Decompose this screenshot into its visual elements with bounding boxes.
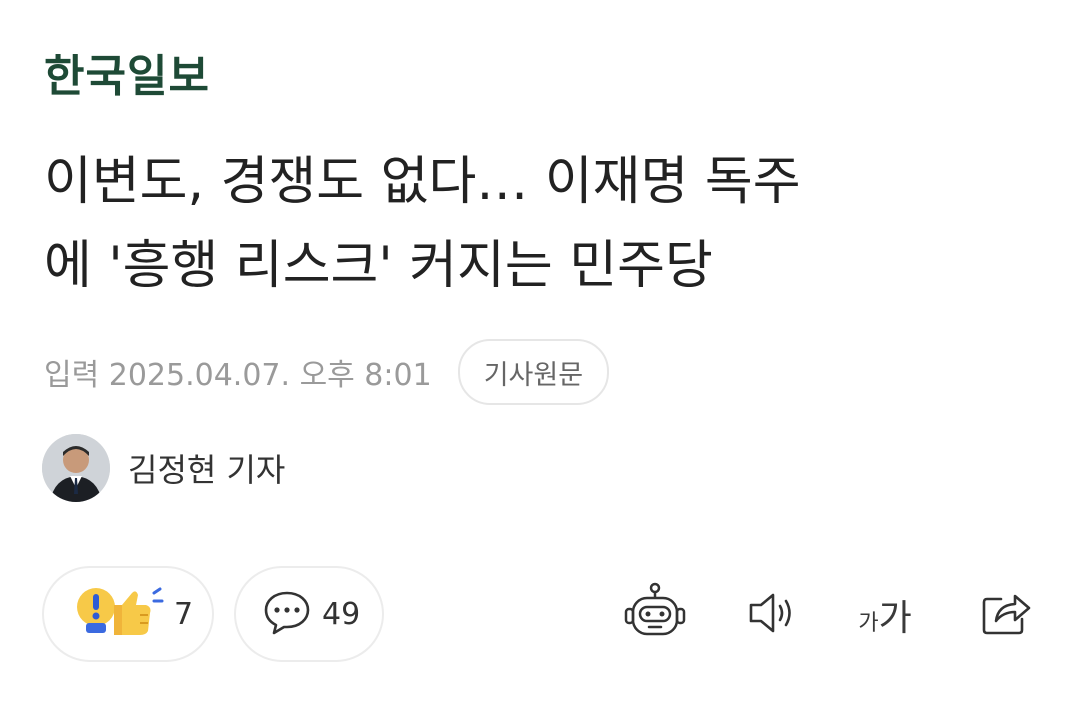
headline-line-2: 에 '흥행 리스크' 커지는 민주당	[44, 236, 713, 296]
original-article-label: 기사원문	[483, 359, 584, 391]
comment-count: 49	[322, 596, 361, 632]
reaction-icon	[74, 585, 164, 643]
share-icon	[975, 583, 1035, 647]
reaction-count: 7	[174, 596, 194, 632]
font-size-button[interactable]: 가가	[850, 580, 920, 650]
font-small-glyph: 가	[858, 611, 879, 636]
reaction-button[interactable]: 7	[42, 566, 214, 662]
reporter-photo	[42, 434, 110, 502]
publisher-logo[interactable]: 한국일보	[44, 40, 210, 104]
share-button[interactable]	[970, 580, 1040, 650]
font-size-icon: 가가	[858, 589, 911, 641]
comment-button[interactable]: 49	[234, 566, 384, 662]
original-article-button[interactable]: 기사원문	[457, 339, 610, 405]
reporter-avatar[interactable]	[42, 434, 110, 502]
summary-bot-button[interactable]	[620, 580, 690, 650]
reporter-info[interactable]: 김정현 기자	[42, 434, 285, 502]
text-to-speech-button[interactable]	[736, 580, 806, 650]
published-date: 입력 2025.04.07. 오후 8:01	[44, 358, 432, 393]
headline-line-1: 이변도, 경쟁도 없다… 이재명 독주	[44, 152, 801, 212]
reporter-name[interactable]: 김정현 기자	[128, 445, 285, 491]
speaker-icon	[741, 583, 801, 647]
font-big-glyph: 가	[878, 598, 912, 639]
robot-summary-icon	[623, 581, 687, 649]
article-meta: 입력 2025.04.07. 오후 8:01 기사원문	[44, 339, 610, 405]
article-headline: 이변도, 경쟁도 없다… 이재명 독주 에 '흥행 리스크' 커지는 민주당	[44, 140, 1044, 308]
speech-bubble-icon	[262, 587, 312, 641]
